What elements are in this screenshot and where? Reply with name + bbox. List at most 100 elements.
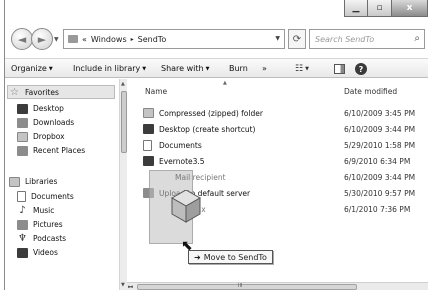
refresh-button[interactable]: ⟳ <box>288 29 306 49</box>
sidebar-item-dropbox[interactable]: Dropbox <box>17 130 65 143</box>
chevron-down-icon: ▼ <box>142 66 147 72</box>
podcast-icon: ♆ <box>18 233 27 244</box>
sidebar-label: Dropbox <box>33 132 65 141</box>
file-date: 6/9/2010 6:34 PM <box>344 157 411 166</box>
ghost-label-mail: Mail recipient <box>175 173 226 182</box>
scroll-right-icon[interactable]: ► <box>128 284 426 290</box>
sidebar-item-podcasts[interactable]: ♆ Podcasts <box>17 232 66 245</box>
refresh-icon: ⟳ <box>292 33 302 45</box>
file-row-documents[interactable]: Documents 5/29/2010 1:58 PM <box>127 139 428 152</box>
music-icon: ♪ <box>19 205 26 216</box>
file-name: Compressed (zipped) folder <box>159 109 263 118</box>
file-row-desktop[interactable]: Desktop (create shortcut) 6/10/2009 3:44… <box>127 123 428 136</box>
zip-folder-icon <box>143 108 154 118</box>
sidebar-scrollbar[interactable]: ▲ ▼ <box>119 79 127 290</box>
command-bar: Organize ▼ Include in library ▼ Share with… <box>5 58 428 78</box>
sidebar-label: Documents <box>31 192 74 201</box>
column-header-name[interactable]: Name <box>145 87 167 96</box>
drag-tooltip: ➜ Move to SendTo <box>188 250 273 264</box>
sidebar-label: Videos <box>33 248 58 257</box>
sidebar-label: Downloads <box>33 118 75 127</box>
explorer-window: ▁ ▫ x ◄ ► ▼ « Windows ▸ SendTo ▼ ⟳ Searc… <box>4 0 428 290</box>
navigation-pane: ☆ Favorites Desktop Downloads Dropbox Rec… <box>5 79 127 290</box>
maximize-button[interactable]: ▫ <box>368 0 392 17</box>
sidebar-item-music[interactable]: ♪ Music <box>17 204 54 217</box>
sidebar-item-pictures[interactable]: Pictures <box>17 218 63 231</box>
help-icon: ? <box>355 63 367 75</box>
organize-label: Organize <box>11 64 47 73</box>
file-name: Evernote3.5 <box>159 157 205 166</box>
sidebar-favorites[interactable]: ☆ Favorites <box>9 86 59 99</box>
back-button[interactable]: ◄ <box>11 28 33 50</box>
desktop-icon <box>143 124 154 134</box>
minimize-button[interactable]: ▁ <box>344 0 368 17</box>
file-date: 6/10/2009 3:45 PM <box>344 109 416 118</box>
sidebar-libraries[interactable]: Libraries <box>9 175 57 188</box>
address-dropdown-icon[interactable]: ▼ <box>275 35 280 42</box>
include-label: Include in library <box>73 64 141 73</box>
folder-icon <box>68 35 78 43</box>
file-date: 6/10/2009 3:44 PM <box>344 173 416 182</box>
file-date: 5/29/2010 1:58 PM <box>344 141 416 150</box>
help-button[interactable]: ? <box>354 62 368 76</box>
sidebar-label: Podcasts <box>33 234 67 243</box>
file-row-compressed[interactable]: Compressed (zipped) folder 6/10/2009 3:4… <box>127 107 428 120</box>
downloads-icon <box>17 117 28 128</box>
column-header-date[interactable]: Date modified <box>344 87 397 96</box>
preview-pane-button[interactable] <box>332 62 346 76</box>
desktop-icon <box>17 103 28 114</box>
chevron-down-icon: ▼ <box>205 66 210 72</box>
libraries-icon <box>9 176 20 187</box>
sort-ascending-icon: ▲ <box>223 80 227 86</box>
file-row-evernote[interactable]: Evernote3.5 6/9/2010 6:34 PM <box>127 155 428 168</box>
chevron-down-icon: ▼ <box>305 66 309 72</box>
horizontal-scrollbar[interactable]: ◄ III ► <box>127 282 428 290</box>
forward-arrow-icon: ► <box>37 32 47 46</box>
address-overflow[interactable]: « <box>82 35 87 44</box>
file-date: 6/1/2010 7:36 PM <box>344 205 411 214</box>
sidebar-item-videos[interactable]: Videos <box>17 246 58 259</box>
navigation-bar: ◄ ► ▼ « Windows ▸ SendTo ▼ ⟳ Search Send… <box>5 28 428 52</box>
file-date: 6/10/2009 3:44 PM <box>344 125 416 134</box>
search-placeholder: Search SendTo <box>315 34 375 44</box>
dropbox-icon <box>17 131 28 142</box>
breadcrumb-separator[interactable]: ▸ <box>131 36 134 43</box>
sidebar-item-desktop[interactable]: Desktop <box>17 102 64 115</box>
breadcrumb-sendto[interactable]: SendTo <box>138 35 167 44</box>
burn-button[interactable]: Burn <box>229 64 248 73</box>
file-date: 5/30/2010 9:57 PM <box>344 189 416 198</box>
search-icon[interactable]: ⌕ <box>414 33 420 44</box>
caption-buttons: ▁ ▫ x <box>344 0 428 17</box>
sidebar-label: Pictures <box>33 220 63 229</box>
organize-button[interactable]: Organize ▼ <box>11 64 53 73</box>
videos-icon <box>17 247 28 258</box>
breadcrumb-windows[interactable]: Windows <box>91 35 127 44</box>
sidebar-label: Desktop <box>33 104 64 113</box>
pictures-icon <box>17 219 28 230</box>
close-button[interactable]: x <box>392 0 428 17</box>
search-input[interactable]: Search SendTo ⌕ <box>309 29 425 49</box>
star-icon: ☆ <box>10 87 19 98</box>
include-in-library-button[interactable]: Include in library ▼ <box>73 64 146 73</box>
sidebar-label: Libraries <box>25 177 58 186</box>
back-arrow-icon: ◄ <box>17 32 27 46</box>
sidebar-item-documents[interactable]: Documents <box>17 190 74 203</box>
change-view-button[interactable]: ☷ ▼ <box>290 62 314 76</box>
more-commands-button[interactable]: » <box>262 64 267 73</box>
dropbox-drag-icon <box>170 190 202 223</box>
sidebar-item-recent-places[interactable]: Recent Places <box>17 144 85 157</box>
scroll-down-icon[interactable]: ▼ <box>121 282 125 288</box>
share-with-button[interactable]: Share with ▼ <box>161 64 209 73</box>
documents-icon <box>143 140 152 151</box>
tooltip-text: Move to SendTo <box>203 252 267 262</box>
address-bar[interactable]: « Windows ▸ SendTo ▼ <box>63 29 285 49</box>
sidebar-label: Music <box>33 206 55 215</box>
chevron-down-icon: ▼ <box>48 66 53 72</box>
file-name: Desktop (create shortcut) <box>159 125 256 134</box>
scroll-up-icon[interactable]: ▲ <box>121 81 125 87</box>
move-arrow-icon: ➜ <box>194 252 201 262</box>
recent-pages-dropdown[interactable]: ▼ <box>54 36 59 43</box>
documents-icon <box>17 191 26 202</box>
forward-button[interactable]: ► <box>31 28 53 50</box>
sidebar-item-downloads[interactable]: Downloads <box>17 116 74 129</box>
